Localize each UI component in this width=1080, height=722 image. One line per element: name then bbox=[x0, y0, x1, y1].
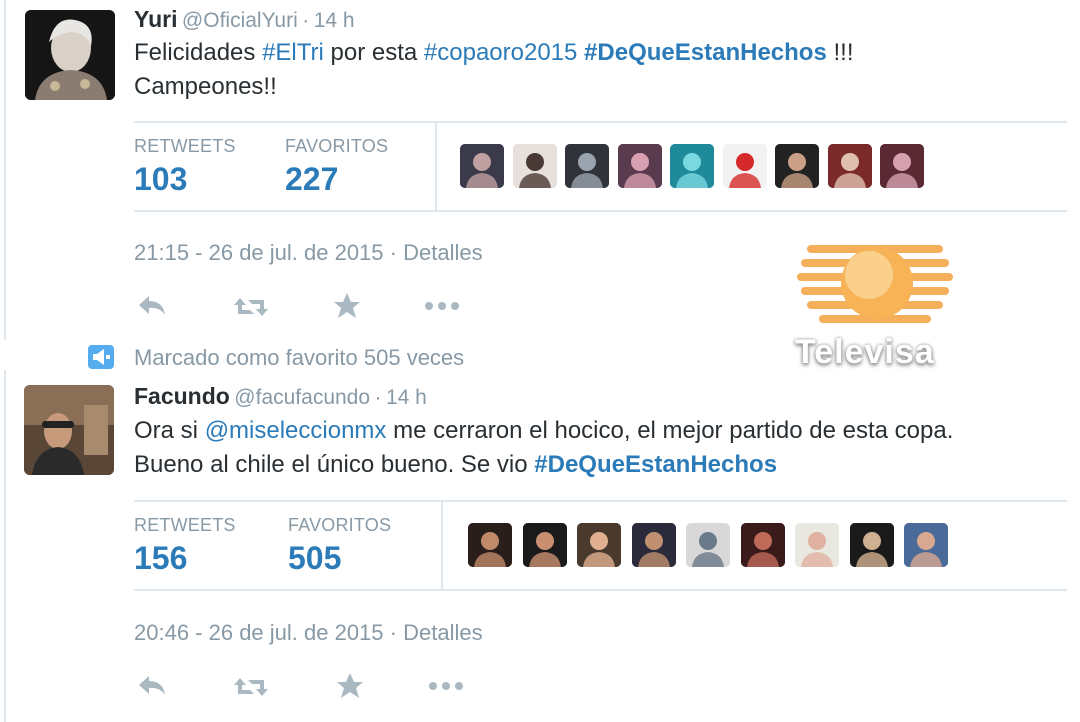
stats-divider bbox=[435, 123, 437, 210]
left-border bbox=[4, 0, 6, 340]
favorites-label: FAVORITOS bbox=[285, 136, 389, 156]
favoriter-avatar[interactable] bbox=[565, 144, 609, 188]
favoriter-avatar[interactable] bbox=[740, 523, 785, 567]
favoriter-avatar[interactable] bbox=[468, 523, 512, 567]
favoriter-avatar[interactable] bbox=[512, 144, 557, 188]
details-link[interactable]: Detalles bbox=[403, 240, 482, 265]
televisa-logo: Televisa bbox=[795, 235, 955, 375]
retweets-label: RETWEETS bbox=[134, 136, 236, 156]
more-icon[interactable] bbox=[423, 299, 461, 318]
hashtag-link[interactable]: #ElTri bbox=[262, 39, 324, 66]
favoriter-avatar[interactable] bbox=[577, 523, 621, 567]
author-name[interactable]: Yuri bbox=[134, 6, 177, 32]
tweet-text-line: Ora si @miseleccionmx me cerraron el hoc… bbox=[134, 414, 953, 448]
favoriter-avatar[interactable] bbox=[849, 523, 894, 567]
mention-link[interactable]: @miseleccionmx bbox=[205, 417, 387, 444]
left-border bbox=[4, 370, 6, 722]
more-icon[interactable] bbox=[427, 679, 465, 698]
tweet-timestamp: 20:46 - 26 de jul. de 2015 · Detalles bbox=[134, 620, 483, 646]
favoriter-avatar[interactable] bbox=[722, 144, 767, 188]
favorite-icon[interactable] bbox=[332, 291, 362, 326]
favorites-label: FAVORITOS bbox=[288, 515, 392, 535]
favoriter-avatar[interactable] bbox=[795, 523, 839, 567]
tweet-timestamp: 21:15 - 26 de jul. de 2015 · Detalles bbox=[134, 240, 483, 266]
tweet-time[interactable]: 14 h bbox=[314, 9, 355, 32]
favoriter-avatar[interactable] bbox=[631, 523, 676, 567]
retweet-icon[interactable] bbox=[232, 294, 270, 325]
favoriter-avatar[interactable] bbox=[522, 523, 567, 567]
author-name[interactable]: Facundo bbox=[134, 383, 230, 409]
tweet-stats: RETWEETS 103 FAVORITOS 227 bbox=[134, 121, 1067, 212]
favoriter-avatar[interactable] bbox=[670, 144, 714, 188]
favoriter-avatar[interactable] bbox=[880, 144, 924, 188]
tweet-text-line: Campeones!! bbox=[134, 73, 277, 100]
separator-dot: · bbox=[389, 240, 397, 265]
avatar[interactable] bbox=[25, 10, 115, 100]
author-handle[interactable]: @OficialYuri bbox=[182, 9, 298, 32]
favoriter-avatar[interactable] bbox=[775, 144, 819, 188]
retweet-icon[interactable] bbox=[232, 674, 270, 705]
tweet-text-segment: me cerraron el hocico, el mejor partido … bbox=[386, 417, 954, 444]
tweet-date[interactable]: 21:15 - 26 de jul. de 2015 bbox=[134, 240, 384, 265]
details-link[interactable]: Detalles bbox=[403, 620, 482, 645]
tweet-time[interactable]: 14 h bbox=[386, 386, 427, 409]
avatar[interactable] bbox=[24, 385, 114, 475]
retweets-count[interactable]: 103 bbox=[134, 161, 187, 198]
favorites-count[interactable]: 227 bbox=[285, 161, 338, 198]
tweet-text-line: Felicidades #ElTri por esta #copaoro2015… bbox=[134, 36, 853, 70]
author-handle[interactable]: @facufacundo bbox=[234, 386, 370, 409]
tweet-text: Ora si @miseleccionmx me cerraron el hoc… bbox=[134, 414, 953, 482]
retweets-count[interactable]: 156 bbox=[134, 540, 187, 577]
separator-dot: · bbox=[302, 9, 310, 32]
hashtag-link[interactable]: #DeQueEstanHechos bbox=[584, 39, 827, 66]
separator-dot: · bbox=[389, 620, 397, 645]
favoriter-avatar[interactable] bbox=[686, 523, 730, 567]
separator-dot: · bbox=[374, 386, 382, 409]
favoriter-avatar[interactable] bbox=[460, 144, 504, 188]
stats-divider bbox=[441, 502, 443, 589]
tweet-header: Facundo @facufacundo · 14 h bbox=[134, 383, 427, 410]
tweet-text-segment: !!! bbox=[826, 39, 854, 66]
favorite-icon[interactable] bbox=[335, 671, 365, 706]
tweet-text-line: Bueno al chile el único bueno. Se vio #D… bbox=[134, 448, 953, 482]
tweet-text-segment: Bueno al chile el único bueno. Se vio bbox=[134, 451, 535, 478]
favoriter-avatar[interactable] bbox=[617, 144, 662, 188]
hashtag-link[interactable]: #DeQueEstanHechos bbox=[534, 451, 777, 478]
hashtag-link[interactable]: #copaoro2015 bbox=[424, 39, 577, 66]
tweet-text: Felicidades #ElTri por esta #copaoro2015… bbox=[134, 36, 853, 104]
tweet-date[interactable]: 20:46 - 26 de jul. de 2015 bbox=[134, 620, 384, 645]
watermark-text: Televisa bbox=[795, 333, 935, 371]
tweet-text-segment: Ora si bbox=[134, 417, 205, 444]
retweets-label: RETWEETS bbox=[134, 515, 236, 535]
reply-icon[interactable] bbox=[136, 673, 168, 704]
favoriter-avatar[interactable] bbox=[827, 144, 872, 188]
tweet-text-segment: por esta bbox=[323, 39, 424, 66]
favorites-count[interactable]: 505 bbox=[288, 540, 341, 577]
reply-icon[interactable] bbox=[136, 293, 168, 324]
favorite-note: Marcado como favorito 505 veces bbox=[134, 345, 465, 370]
tweet-header: Yuri @OficialYuri · 14 h bbox=[134, 6, 355, 33]
favoriter-avatar[interactable] bbox=[904, 523, 948, 567]
tweet-stats: RETWEETS 156 FAVORITOS 505 bbox=[134, 500, 1067, 591]
tweet-text-segment: Felicidades bbox=[134, 39, 263, 66]
promoted-icon bbox=[88, 345, 114, 374]
